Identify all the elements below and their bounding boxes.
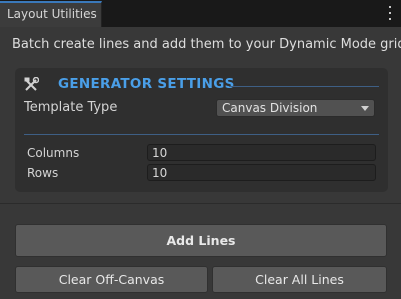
clear-off-canvas-button[interactable]: Clear Off-Canvas bbox=[15, 266, 208, 293]
columns-label: Columns bbox=[27, 146, 80, 160]
template-type-label: Template Type bbox=[24, 100, 118, 115]
tab-bar: Layout Utilities bbox=[0, 0, 401, 27]
generator-settings-panel: GENERATOR SETTINGS Template Type Canvas … bbox=[15, 68, 388, 192]
panel-separator bbox=[0, 203, 401, 204]
settings-divider bbox=[24, 134, 379, 135]
rows-field[interactable]: 10 bbox=[147, 164, 376, 181]
tools-icon bbox=[24, 77, 39, 91]
section-header: GENERATOR SETTINGS bbox=[24, 75, 379, 95]
section-rule bbox=[229, 86, 379, 87]
add-lines-button[interactable]: Add Lines bbox=[15, 224, 387, 257]
kebab-menu-icon[interactable] bbox=[386, 6, 394, 20]
description-text: Batch create lines and add them to your … bbox=[12, 37, 401, 52]
columns-field[interactable]: 10 bbox=[147, 144, 376, 161]
chevron-down-icon bbox=[361, 106, 369, 111]
template-type-dropdown[interactable]: Canvas Division bbox=[216, 99, 375, 117]
rows-label: Rows bbox=[27, 166, 59, 180]
clear-all-lines-button[interactable]: Clear All Lines bbox=[212, 266, 387, 293]
section-title: GENERATOR SETTINGS bbox=[58, 76, 235, 92]
template-type-value: Canvas Division bbox=[222, 101, 318, 115]
tab-layout-utilities[interactable]: Layout Utilities bbox=[0, 1, 102, 27]
